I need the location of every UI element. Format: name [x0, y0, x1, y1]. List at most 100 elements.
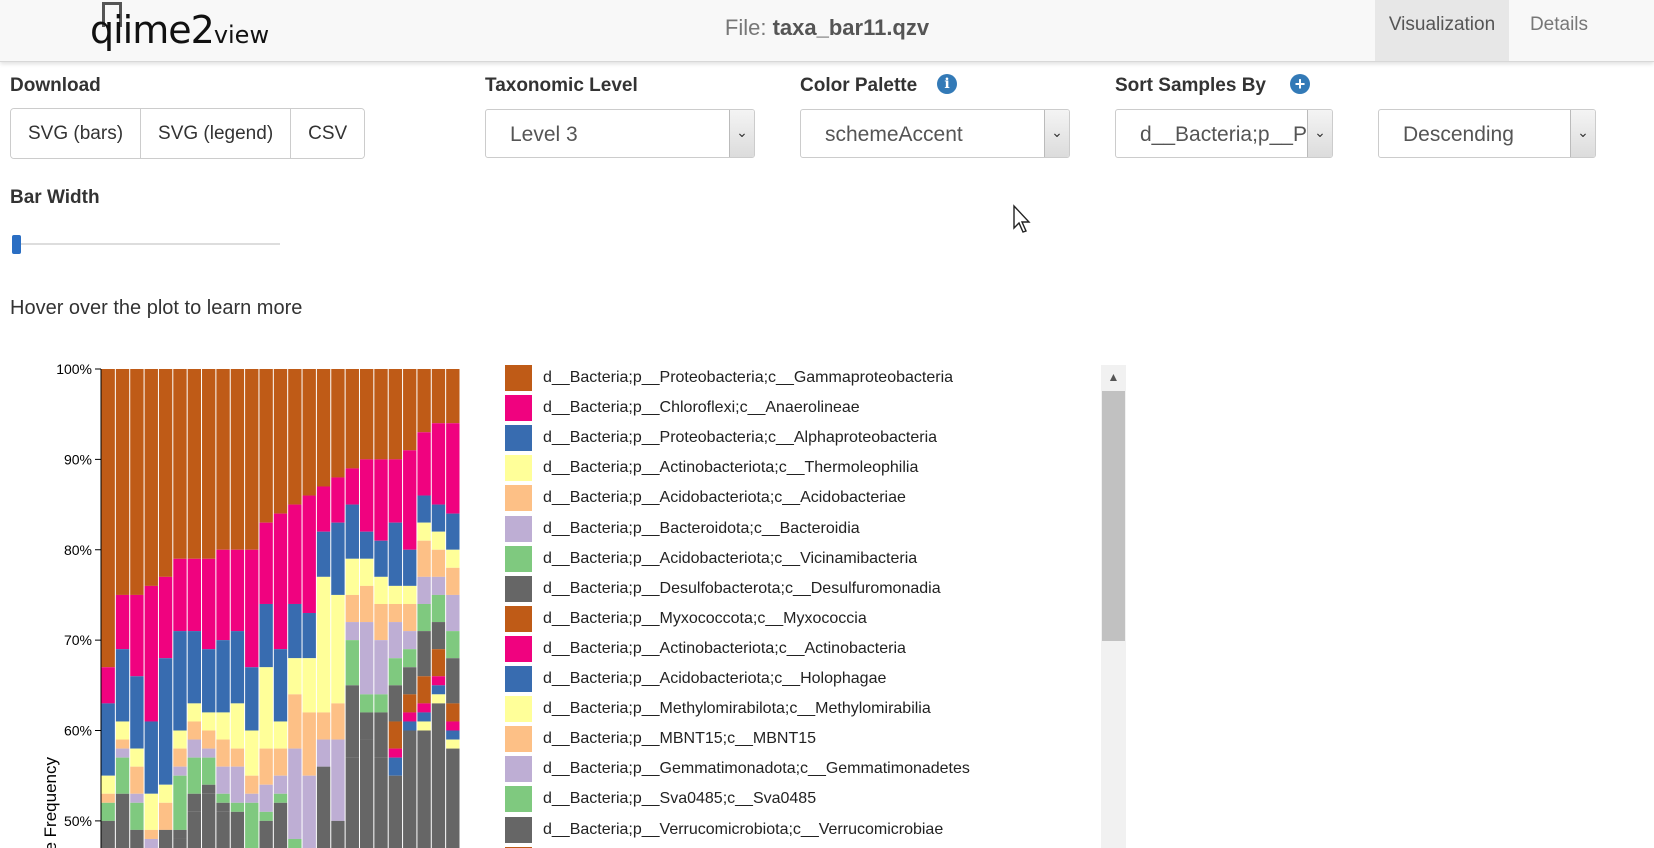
bar-segment[interactable]	[403, 649, 417, 668]
bar-segment[interactable]	[273, 513, 288, 650]
bar-segment[interactable]	[230, 811, 245, 848]
legend-item[interactable]: d__Bacteria;p__Acidobacteriota;c__Holoph…	[505, 666, 1100, 694]
bar-segment[interactable]	[374, 640, 388, 695]
bar-segment[interactable]	[101, 820, 115, 848]
bar-segment[interactable]	[431, 694, 446, 704]
bar-segment[interactable]	[202, 712, 216, 731]
bar-segment[interactable]	[446, 658, 460, 704]
bar-segment[interactable]	[446, 739, 460, 749]
bar-segment[interactable]	[417, 576, 431, 604]
bar-segment[interactable]	[230, 802, 245, 812]
bar-segment[interactable]	[431, 504, 446, 532]
legend-item[interactable]: d__Bacteria;p__MBNT15;c__MBNT15	[505, 726, 1100, 754]
bar-segment[interactable]	[259, 369, 273, 523]
bar-segment[interactable]	[345, 685, 359, 758]
tab-visualization[interactable]: Visualization	[1375, 0, 1509, 61]
bar-segment[interactable]	[288, 504, 302, 604]
legend-item[interactable]: d__Bacteria;p__Proteobacteria;c__Gammapr…	[505, 365, 1100, 393]
bar-segment[interactable]	[316, 576, 331, 713]
bar-segment[interactable]	[202, 558, 216, 650]
bar-segment[interactable]	[273, 802, 288, 848]
bar-segment[interactable]	[403, 730, 417, 848]
bar-segment[interactable]	[216, 793, 230, 803]
bar-segment[interactable]	[245, 793, 259, 803]
legend-item[interactable]: d__Bacteria;p__Acidobacteriota;c__Acidob…	[505, 485, 1100, 513]
bar-segment[interactable]	[431, 594, 446, 623]
bar-segment[interactable]	[101, 703, 115, 776]
bar-segment[interactable]	[288, 658, 302, 695]
bar-segment[interactable]	[374, 712, 388, 758]
bar-segment[interactable]	[345, 468, 359, 505]
bar-segment[interactable]	[230, 369, 245, 550]
bar-segment[interactable]	[446, 721, 460, 731]
bar-segment[interactable]	[245, 549, 259, 668]
bar-segment[interactable]	[158, 802, 173, 830]
bar-segment[interactable]	[316, 531, 331, 577]
bar-segment[interactable]	[359, 739, 374, 848]
sort-samples-select[interactable]: d__Bacteria;p__Pr ⌄	[1115, 109, 1333, 158]
legend-item[interactable]: d__Bacteria;p__Bacteroidota;c__Bacteroid…	[505, 515, 1100, 544]
bar-segment[interactable]	[101, 369, 115, 668]
bar-segment[interactable]	[345, 558, 359, 595]
bar-segment[interactable]	[417, 721, 431, 731]
bar-segment[interactable]	[388, 369, 403, 460]
bar-segment[interactable]	[216, 640, 230, 713]
bar-segment[interactable]	[446, 703, 460, 722]
bar-segment[interactable]	[230, 748, 245, 767]
bar-segment[interactable]	[403, 369, 417, 451]
bar-segment[interactable]	[187, 703, 202, 722]
bar-segment[interactable]	[144, 838, 158, 848]
bar-segment[interactable]	[130, 594, 144, 677]
legend-item[interactable]: d__Bacteria;p__Myxococcota;c__Myxococcia	[505, 605, 1100, 634]
bar-segment[interactable]	[431, 531, 446, 550]
color-palette-select[interactable]: schemeAccent ⌄	[800, 109, 1070, 158]
bar-segment[interactable]	[101, 793, 115, 803]
bar-segment[interactable]	[173, 766, 187, 776]
bar-segment[interactable]	[388, 522, 403, 586]
bar-segment[interactable]	[216, 739, 230, 767]
bar-segment[interactable]	[144, 793, 158, 830]
bar-segment[interactable]	[403, 631, 417, 650]
bar-segment[interactable]	[173, 775, 187, 830]
bar-segment[interactable]	[359, 558, 374, 586]
bar-segment[interactable]	[245, 369, 259, 550]
bar-segment[interactable]	[202, 784, 216, 794]
bar-segment[interactable]	[202, 757, 216, 785]
bar-segment[interactable]	[144, 369, 158, 586]
bar-segment[interactable]	[115, 757, 130, 794]
bar-segment[interactable]	[259, 784, 273, 812]
legend-item[interactable]: d__Bacteria;p__Acidobacteriota;c__Vicina…	[505, 545, 1100, 574]
bar-segment[interactable]	[302, 495, 316, 614]
bar-segment[interactable]	[288, 748, 302, 839]
legend-item[interactable]: d__Bacteria;p__Verrucomicrobiota;c__Verr…	[505, 816, 1100, 845]
bar-segment[interactable]	[417, 522, 431, 541]
bar-segment[interactable]	[115, 739, 130, 749]
bar-segment[interactable]	[158, 829, 173, 848]
taxa-bar-chart[interactable]: 100% 90% 80% 70% 60% 50%ve Frequency	[0, 340, 470, 848]
bar-segment[interactable]	[446, 549, 460, 568]
bar-segment[interactable]	[417, 495, 431, 523]
bar-segment[interactable]	[288, 603, 302, 659]
bar-segment[interactable]	[359, 712, 374, 740]
bar-segment[interactable]	[331, 369, 345, 478]
bar-segment[interactable]	[245, 802, 259, 848]
bar-segment[interactable]	[359, 369, 374, 460]
bar-segment[interactable]	[431, 685, 446, 695]
bar-segment[interactable]	[388, 685, 403, 722]
bar-segment[interactable]	[115, 793, 130, 848]
bar-segment[interactable]	[245, 730, 259, 776]
bar-segment[interactable]	[302, 775, 316, 848]
bar-segment[interactable]	[144, 829, 158, 839]
bar-segment[interactable]	[216, 549, 230, 641]
bar-segment[interactable]	[417, 631, 431, 677]
bar-segment[interactable]	[388, 658, 403, 686]
bar-segment[interactable]	[359, 694, 374, 713]
legend-item[interactable]: d__Bacteria;p__Proteobacteria;c__Alphapr…	[505, 425, 1100, 453]
bar-segment[interactable]	[273, 369, 288, 514]
bar-segment[interactable]	[259, 748, 273, 785]
bar-segment[interactable]	[130, 676, 144, 749]
legend-item[interactable]: d__Bacteria;p__Methylomirabilota;c__Meth…	[505, 696, 1100, 724]
bar-segment[interactable]	[388, 757, 403, 776]
legend-item[interactable]: d__Bacteria;p__Gemmatimonadota;c__Gemmat…	[505, 756, 1100, 784]
bar-segment[interactable]	[230, 631, 245, 704]
